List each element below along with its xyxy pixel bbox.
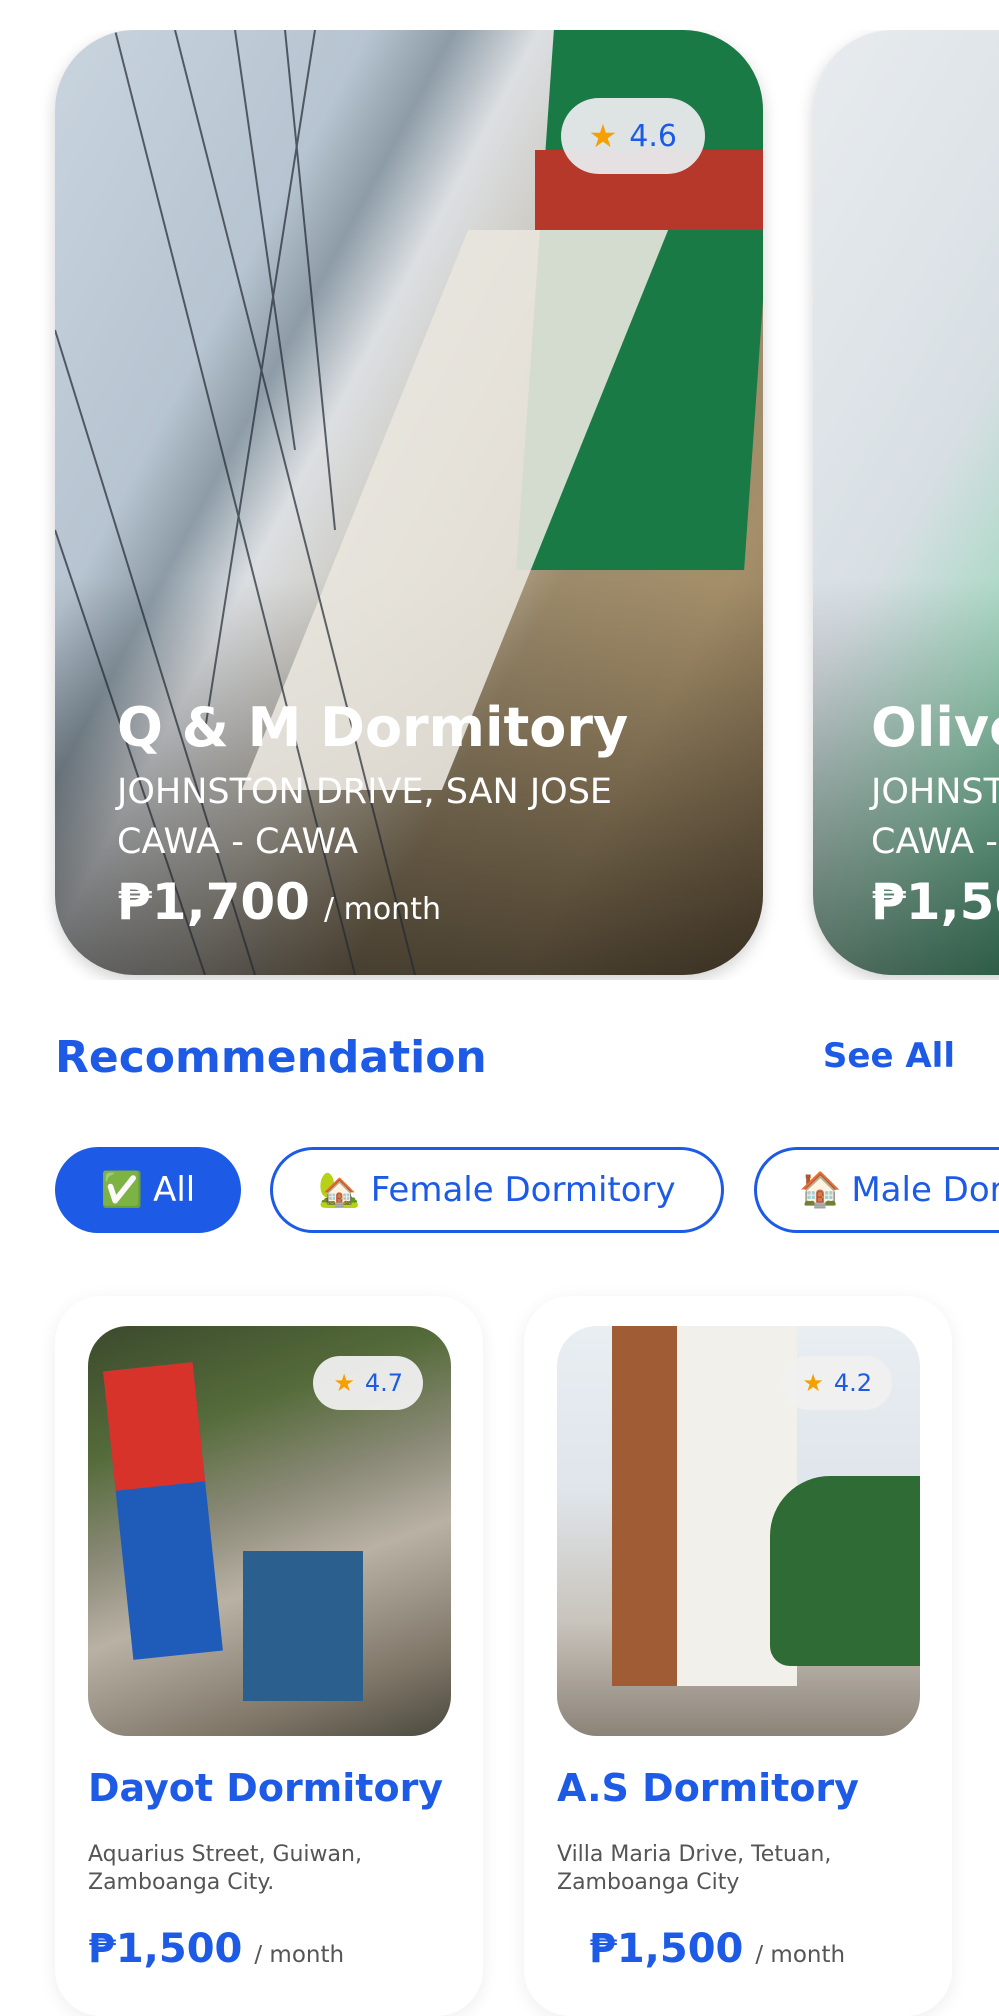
featured-card[interactable]: Olive JOHNST CAWA - ₱1,50 xyxy=(813,30,999,975)
house-icon: 🏠 xyxy=(799,1170,842,1210)
price: ₱1,700 / month xyxy=(117,873,628,931)
section-title: Recommendation xyxy=(55,1032,487,1083)
rating-badge: ★ 4.2 xyxy=(782,1356,892,1410)
address-line: JOHNST xyxy=(871,772,999,812)
rating-badge: ★ 4.6 xyxy=(560,98,705,174)
price-amount: ₱1,50 xyxy=(871,873,999,931)
dormitory-name: A.S Dormitory xyxy=(557,1766,859,1810)
address-line: CAWA - xyxy=(871,822,998,862)
recommendation-card[interactable]: ★ 4.7 Dayot Dormitory Aquarius Street, G… xyxy=(55,1296,483,2016)
price: ₱1,50 xyxy=(871,873,999,931)
dormitory-name: Olive xyxy=(871,696,999,759)
price: ₱1,500 / month xyxy=(88,1926,344,1972)
address: Aquarius Street, Guiwan, Zamboanga City. xyxy=(88,1842,362,1895)
recommendation-card[interactable]: ★ 4.2 A.S Dormitory Villa Maria Drive, T… xyxy=(524,1296,952,2016)
price-period: / month xyxy=(254,1942,345,1968)
chip-label: Female Dormitory xyxy=(370,1170,676,1210)
price-amount: ₱1,500 xyxy=(589,1926,744,1972)
price-period: / month xyxy=(323,892,441,927)
star-icon: ★ xyxy=(802,1369,824,1397)
featured-carousel[interactable]: ★ 4.6 Q & M Dormitory JOHNSTON DRIVE, SA… xyxy=(0,30,999,980)
filter-chip-all[interactable]: ✅ All xyxy=(55,1147,241,1233)
dormitory-photo: ★ 4.7 xyxy=(88,1326,451,1736)
address-line: CAWA - CAWA xyxy=(117,822,359,862)
filter-chip-male-dormitory[interactable]: 🏠 Male Dor xyxy=(754,1147,999,1233)
see-all-link[interactable]: See All xyxy=(823,1036,955,1076)
price-amount: ₱1,500 xyxy=(88,1926,243,1972)
recommendation-header: Recommendation See All xyxy=(55,1032,955,1092)
chip-label: Male Dor xyxy=(851,1170,999,1210)
filter-chip-female-dormitory[interactable]: 🏡 Female Dormitory xyxy=(270,1147,724,1233)
dormitory-photo: ★ 4.2 xyxy=(557,1326,920,1736)
address: Villa Maria Drive, Tetuan, Zamboanga Cit… xyxy=(557,1842,832,1895)
chip-label: All xyxy=(153,1170,196,1210)
house-icon: 🏡 xyxy=(318,1170,361,1210)
rating-value: 4.7 xyxy=(364,1369,403,1397)
category-filter-bar[interactable]: ✅ All 🏡 Female Dormitory 🏠 Male Dor xyxy=(0,1147,999,1239)
rating-value: 4.6 xyxy=(629,118,677,154)
price-period: / month xyxy=(755,1942,846,1968)
rating-badge: ★ 4.7 xyxy=(313,1356,423,1410)
dormitory-name: Dayot Dormitory xyxy=(88,1766,444,1810)
address-line: JOHNSTON DRIVE, SAN JOSE xyxy=(117,772,613,812)
price: ₱1,500 / month xyxy=(589,1926,845,1972)
star-icon: ★ xyxy=(588,117,618,155)
featured-card[interactable]: ★ 4.6 Q & M Dormitory JOHNSTON DRIVE, SA… xyxy=(55,30,763,975)
dormitory-name: Q & M Dormitory xyxy=(117,696,629,759)
star-icon: ★ xyxy=(333,1369,355,1397)
rating-value: 4.2 xyxy=(833,1369,872,1397)
price-amount: ₱1,700 xyxy=(117,873,310,931)
check-icon: ✅ xyxy=(100,1170,144,1210)
